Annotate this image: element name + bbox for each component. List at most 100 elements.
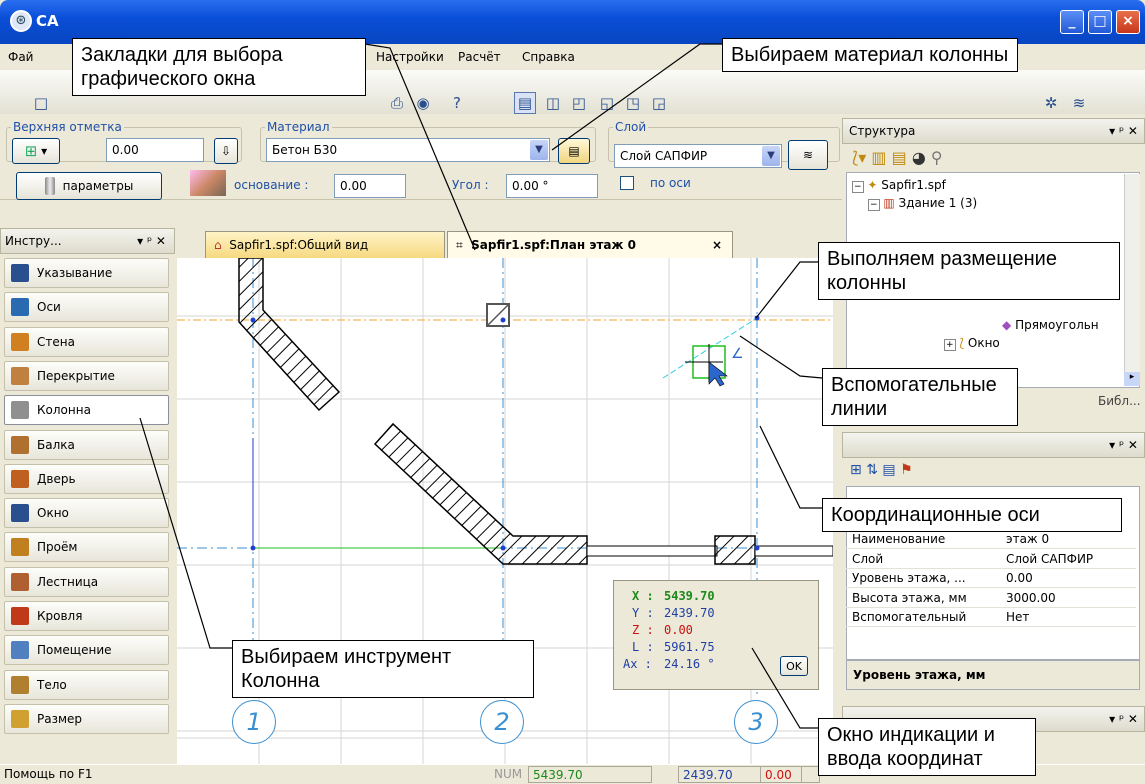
pick-level-icon[interactable]: ⇩ [214, 138, 238, 164]
building-icon[interactable]: ▥ [871, 148, 886, 167]
property-value[interactable]: Слой САПФИР [1006, 552, 1093, 566]
expand-icon[interactable]: + [944, 339, 956, 351]
tab-general-view[interactable]: ⌂ Sapfir1.spf:Общий вид [205, 231, 445, 258]
property-value[interactable]: Нет [1006, 610, 1029, 624]
coord-x-value[interactable]: 5439.70 [664, 589, 715, 603]
material-value: Бетон Б30 [272, 143, 338, 157]
tool-0[interactable]: Указывание [4, 258, 169, 288]
collapse-icon[interactable]: − [868, 199, 880, 211]
property-value[interactable]: 0.00 [1006, 571, 1033, 585]
tool-1[interactable]: Оси [4, 292, 169, 323]
menu-calculation[interactable]: Расчёт [458, 50, 501, 64]
base-input[interactable]: 0.00 [334, 174, 406, 198]
panel-controls-icon[interactable]: ▾ ᵖ ✕ [1109, 124, 1138, 138]
coord-y-value[interactable]: 2439.70 [664, 606, 715, 620]
menu-settings[interactable]: Настройки [376, 50, 444, 64]
wall-segment-right [714, 535, 756, 565]
scroll-right-icon[interactable]: ▸ [1124, 372, 1140, 386]
menu-help[interactable]: Справка [522, 50, 575, 64]
tool-icon-1 [11, 298, 29, 317]
help-icon[interactable]: ◉ [412, 92, 434, 114]
property-row[interactable]: Уровень этажа, ... 0.00 [846, 569, 1136, 588]
tool-6[interactable]: Дверь [4, 463, 169, 494]
floor-icon[interactable]: ▤ [892, 148, 907, 167]
tool-12[interactable]: Тело [4, 669, 169, 700]
tool-11[interactable]: Помещение [4, 635, 169, 666]
tree-item-file[interactable]: − ✦ Sapfir1.spf [852, 178, 946, 193]
panel-controls-icon[interactable]: ▾ ᵖ ✕ [137, 234, 166, 248]
tool-9[interactable]: Лестница [4, 566, 169, 597]
settings-gear-icon[interactable]: ✲ [1040, 92, 1062, 114]
panel-controls-icon[interactable]: ▾ ᵖ ✕ [1109, 438, 1138, 452]
panel-controls-icon[interactable]: ▾ ᵖ ✕ [1109, 712, 1138, 726]
property-value[interactable]: этаж 0 [1006, 532, 1049, 546]
view-front-icon[interactable]: ◫ [542, 92, 564, 114]
parameters-button[interactable]: параметры [16, 172, 162, 200]
minimize-button[interactable]: _ [1060, 10, 1084, 34]
structure-scrollbar[interactable] [1124, 174, 1140, 386]
tab-floor-plan[interactable]: ⌗ Sapfir1.spf:План этаж 0 × [447, 231, 733, 258]
coord-l-value[interactable]: 5961.75 [664, 640, 715, 654]
close-tab-icon[interactable]: × [712, 238, 722, 252]
tree-item-rectangle[interactable]: ◆ Прямоугольн [1002, 318, 1099, 332]
tool-5[interactable]: Балка [4, 429, 169, 460]
property-row[interactable]: Наименование этаж 0 [846, 530, 1136, 549]
structure-panel-header: Структура ▾ ᵖ ✕ [842, 118, 1145, 144]
find-icon[interactable]: ⚲ [931, 148, 943, 167]
on-axis-checkbox[interactable] [620, 176, 634, 190]
close-button[interactable]: × [1116, 10, 1140, 34]
top-mark-type-dropdown[interactable]: ⊞ ▾ [12, 138, 60, 164]
view-left-icon[interactable]: ◰ [568, 92, 590, 114]
library-tab[interactable]: Библ... [1098, 394, 1141, 408]
ok-button[interactable]: OK [780, 656, 808, 676]
structure-filter-icon[interactable]: ⟅▾ [852, 148, 866, 167]
status-z: 0.00 [760, 766, 820, 783]
property-row[interactable]: Слой Слой САПФИР [846, 550, 1136, 569]
context-help-icon[interactable]: ? [446, 92, 468, 114]
print-icon[interactable]: ⎙ [386, 92, 408, 114]
pin-icon[interactable]: ⚑ [900, 462, 913, 478]
property-row[interactable]: Вспомогательный Нет [846, 608, 1136, 627]
angle-input[interactable]: 0.00 ° [506, 174, 598, 198]
tree-item-window[interactable]: + ⟅ Окно [944, 336, 1000, 351]
tool-10[interactable]: Кровля [4, 601, 169, 631]
tool-4[interactable]: Колонна [4, 395, 169, 426]
menu-file[interactable]: Фай [8, 50, 33, 64]
coord-z-value[interactable]: 0.00 [664, 623, 693, 637]
tool-8[interactable]: Проём [4, 532, 169, 563]
top-mark-input[interactable]: 0.00 [106, 138, 204, 162]
coord-ax-value[interactable]: 24.16 ° [664, 657, 715, 671]
sort-az-icon[interactable]: ⇅ [866, 462, 878, 478]
tool-13[interactable]: Размер [4, 703, 169, 734]
stack-icon[interactable]: ≋ [1068, 92, 1090, 114]
tree-item-building[interactable]: − ▥ Здание 1 (3) [868, 196, 977, 211]
tool-3[interactable]: Перекрытие [4, 360, 169, 391]
maximize-button[interactable]: □ [1088, 10, 1112, 34]
view-box-icon[interactable]: ▤ [514, 92, 536, 114]
coord-l-label: L : [632, 640, 654, 654]
status-x: 5439.70 [528, 766, 652, 783]
categorized-icon[interactable]: ⊞ [850, 462, 862, 478]
tool-7[interactable]: Окно [4, 498, 169, 529]
material-select[interactable]: Бетон Б30 ▼ [266, 138, 550, 162]
chevron-down-icon[interactable]: ▼ [530, 140, 548, 160]
property-description: Уровень этажа, мм [846, 660, 1140, 690]
new-file-icon[interactable]: □ [30, 92, 52, 114]
chevron-down-icon[interactable]: ▼ [762, 146, 780, 166]
property-name: Слой [852, 551, 884, 566]
view-icon[interactable]: ◕ [912, 148, 926, 167]
layer-select[interactable]: Слой САПФИР ▼ [614, 144, 782, 168]
property-row[interactable]: Высота этажа, мм 3000.00 [846, 589, 1136, 608]
sapfir-logo-icon[interactable]: ⊛ [10, 10, 32, 32]
property-value[interactable]: 3000.00 [1006, 591, 1056, 605]
tool-2[interactable]: Стена [4, 326, 169, 357]
coord-ax-label: Ax : [623, 657, 652, 671]
tool-icon-5 [11, 435, 29, 454]
view-right-icon[interactable]: ◱ [596, 92, 618, 114]
pages-icon[interactable]: ▤ [882, 462, 895, 478]
material-library-icon[interactable]: ▤ [558, 138, 590, 164]
collapse-icon[interactable]: − [852, 181, 864, 193]
view-top-icon[interactable]: ◲ [648, 92, 670, 114]
layers-icon[interactable]: ≋ [788, 140, 828, 170]
view-back-icon[interactable]: ◳ [622, 92, 644, 114]
